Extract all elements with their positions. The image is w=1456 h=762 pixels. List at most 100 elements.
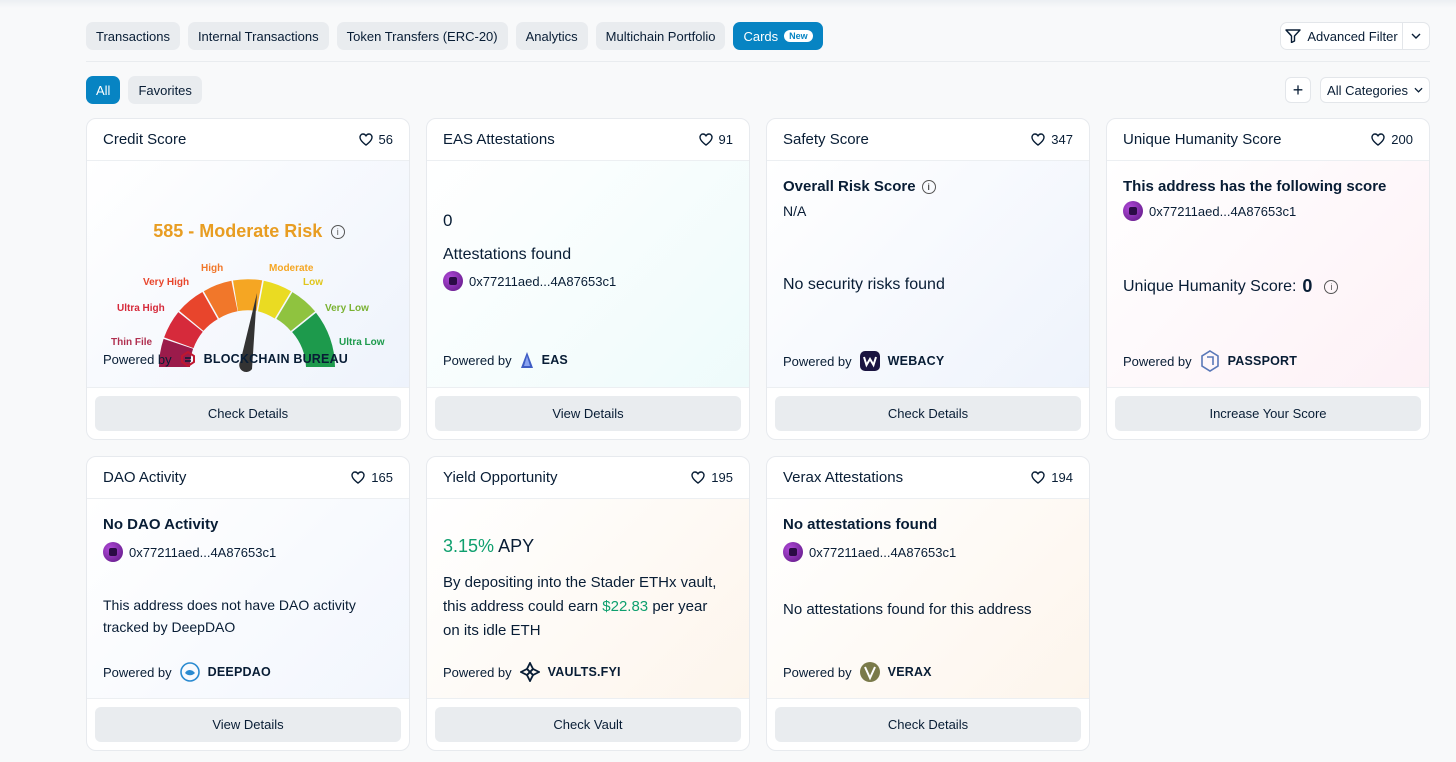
deepdao-logo-icon <box>179 662 200 682</box>
advanced-filter-dropdown[interactable] <box>1402 23 1429 49</box>
powered-by-label: Powered by <box>783 353 852 369</box>
increase-score-button[interactable]: Increase Your Score <box>1115 396 1421 431</box>
attestation-count: 0 <box>443 211 453 230</box>
yield-line-2-post: per year <box>652 598 708 615</box>
vaults-fyi-logo-icon <box>519 662 540 682</box>
heart-icon <box>1031 471 1045 484</box>
powered-by: Powered by VAULTS.FYI <box>443 662 621 682</box>
tab-analytics[interactable]: Analytics <box>515 22 588 50</box>
dao-activity-card: DAO Activity 165 No DAO Activity 0x77211… <box>86 456 410 751</box>
category-select[interactable]: All Categories <box>1320 77 1430 103</box>
avatar <box>103 542 123 562</box>
tab-cards[interactable]: Cards New <box>733 22 823 50</box>
advanced-filter-label: Advanced Filter <box>1307 28 1398 44</box>
card-title: Credit Score <box>103 131 187 148</box>
powered-by: Powered by DEEPDAO <box>103 662 271 682</box>
card-title: Unique Humanity Score <box>1123 131 1282 148</box>
gauge-label-moderate: Moderate <box>269 263 314 274</box>
chevron-down-icon <box>1414 87 1423 93</box>
address-text: 0x77211aed...4A87653c1 <box>129 544 277 560</box>
yield-line-1: By depositing into the Stader ETHx vault… <box>443 574 717 591</box>
like-count: 347 <box>1051 132 1073 147</box>
powered-by: Powered by EAS <box>443 351 568 369</box>
credit-score-row: 585 - Moderate Risk i <box>87 221 409 242</box>
powered-by-brand: PASSPORT <box>1227 354 1298 368</box>
filter-all[interactable]: All <box>86 76 121 104</box>
favorite-button[interactable]: 195 <box>691 470 733 485</box>
heart-icon <box>358 133 373 146</box>
gauge-label-thin-file: Thin File <box>111 337 153 348</box>
card-title: DAO Activity <box>103 469 187 486</box>
tab-multichain-portfolio[interactable]: Multichain Portfolio <box>595 22 726 50</box>
address-row[interactable]: 0x77211aed...4A87653c1 <box>443 271 616 291</box>
risk-message: No security risks found <box>783 276 945 293</box>
favorite-button[interactable]: 347 <box>1031 132 1073 147</box>
yield-opportunity-card: Yield Opportunity 195 3.15% APY By depos… <box>426 456 750 751</box>
powered-by-brand: DEEPDAO <box>207 665 271 679</box>
check-details-button[interactable]: Check Details <box>95 396 401 431</box>
powered-by-brand: VAULTS.FYI <box>547 665 621 679</box>
tab-transactions[interactable]: Transactions <box>86 22 180 50</box>
like-count: 91 <box>718 132 733 147</box>
view-details-button[interactable]: View Details <box>95 707 401 742</box>
address-text: 0x77211aed...4A87653c1 <box>809 544 957 560</box>
address-row[interactable]: 0x77211aed...4A87653c1 <box>783 542 956 562</box>
info-icon[interactable]: i <box>330 225 345 239</box>
card-title: EAS Attestations <box>443 131 555 148</box>
powered-by-label: Powered by <box>1123 353 1192 369</box>
favorite-button[interactable]: 91 <box>698 132 733 147</box>
check-vault-button[interactable]: Check Vault <box>435 707 741 742</box>
heart-icon <box>691 471 705 484</box>
filter-chips: All Favorites <box>86 76 202 104</box>
apy-label: APY <box>498 536 535 556</box>
info-icon[interactable]: i <box>1324 279 1339 294</box>
advanced-filter-button[interactable]: Advanced Filter <box>1281 23 1402 49</box>
divider <box>86 61 1430 62</box>
humanity-score-value: 0 <box>1302 276 1313 296</box>
address-row[interactable]: 0x77211aed...4A87653c1 <box>1123 201 1296 221</box>
address-row[interactable]: 0x77211aed...4A87653c1 <box>103 542 276 562</box>
gauge-label-ultra-low: Ultra Low <box>339 337 385 348</box>
gauge-label-very-high: Very High <box>143 277 189 288</box>
heart-icon <box>1031 133 1045 146</box>
attestation-label: Attestations found <box>443 246 572 263</box>
view-details-button[interactable]: View Details <box>435 396 741 431</box>
add-card-button[interactable]: + <box>1285 77 1311 103</box>
avatar <box>783 542 803 562</box>
check-details-button[interactable]: Check Details <box>775 707 1081 742</box>
favorite-button[interactable]: 194 <box>1031 470 1073 485</box>
gauge-label-low: Low <box>303 277 323 288</box>
category-select-label: All Categories <box>1327 82 1408 98</box>
safety-score-card: Safety Score 347 Overall Risk Score i N/… <box>766 118 1090 440</box>
check-details-button[interactable]: Check Details <box>775 396 1081 431</box>
card-title: Yield Opportunity <box>443 469 558 486</box>
powered-by: Powered by WEBACY <box>783 351 944 371</box>
tab-token-transfers[interactable]: Token Transfers (ERC-20) <box>336 22 508 50</box>
powered-by-label: Powered by <box>783 664 852 680</box>
info-icon[interactable]: i <box>921 179 936 194</box>
gauge-label-very-low: Very Low <box>325 303 369 314</box>
powered-by-brand: VERAX <box>887 665 932 679</box>
unique-humanity-card: Unique Humanity Score 200 This address h… <box>1106 118 1430 440</box>
verax-heading: No attestations found <box>783 516 938 533</box>
eas-logo-icon <box>520 352 533 368</box>
webacy-logo-icon <box>859 351 880 371</box>
yield-amount: $22.83 <box>602 598 649 615</box>
humanity-score-row: Unique Humanity Score: 0 i <box>1123 276 1339 297</box>
tab-internal-transactions[interactable]: Internal Transactions <box>187 22 329 50</box>
favorite-button[interactable]: 200 <box>1371 132 1413 147</box>
new-badge: New <box>784 30 813 42</box>
top-shadow <box>0 0 1456 8</box>
favorite-button[interactable]: 56 <box>358 132 393 147</box>
address-text: 0x77211aed...4A87653c1 <box>469 273 617 289</box>
favorite-button[interactable]: 165 <box>351 470 393 485</box>
filter-favorites[interactable]: Favorites <box>128 76 202 104</box>
avatar <box>443 271 463 291</box>
credit-score-card: Credit Score 56 585 - Moderate Risk i Th… <box>86 118 410 440</box>
yield-line-2-pre: this address could earn <box>443 598 599 615</box>
gauge-label-ultra-high: Ultra High <box>117 303 165 314</box>
eas-attestations-card: EAS Attestations 91 0 Attestations found… <box>426 118 750 440</box>
like-count: 165 <box>371 470 393 485</box>
apy-row: 3.15% APY <box>443 536 534 557</box>
blockchain-bureau-logo-icon <box>180 351 195 367</box>
